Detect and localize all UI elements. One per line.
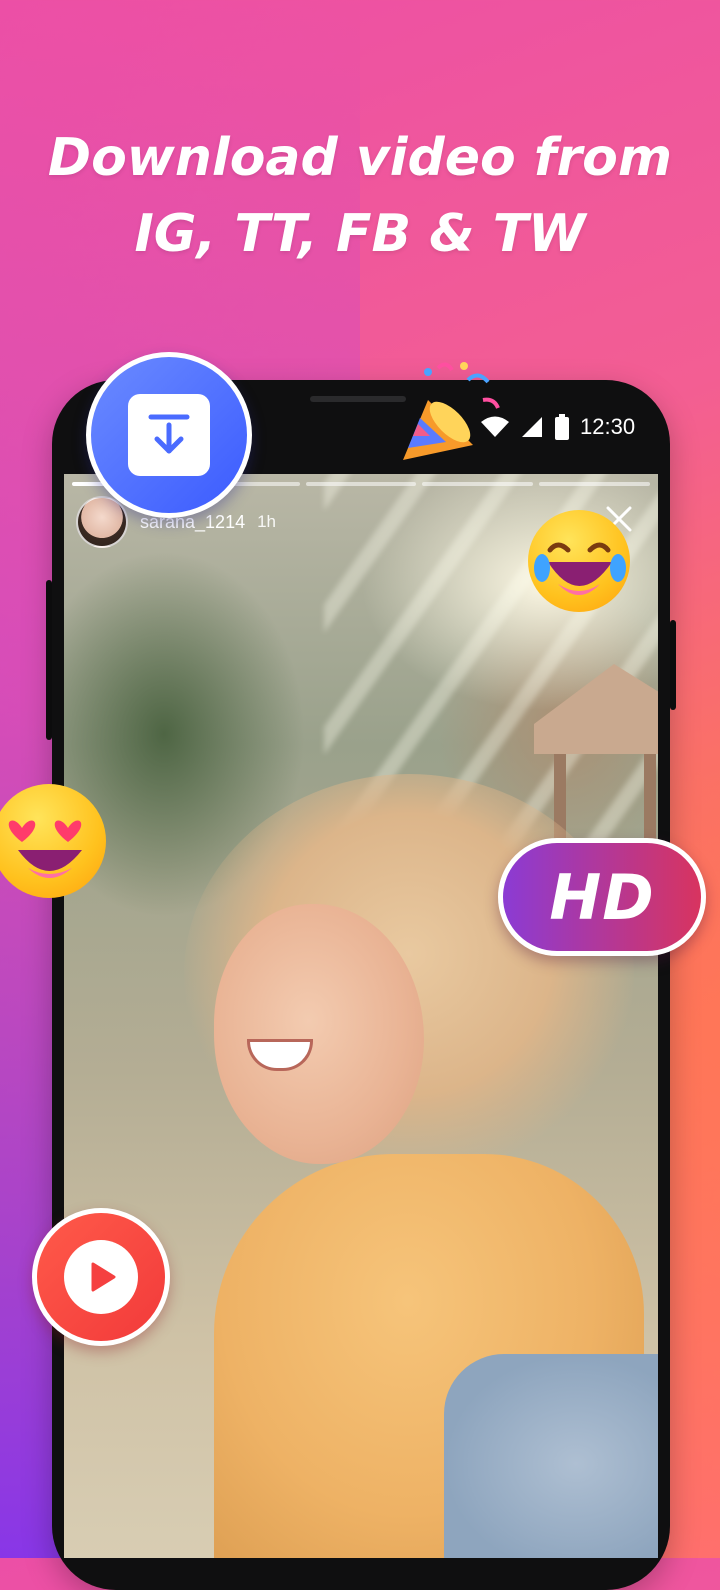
battery-icon [555, 414, 569, 440]
phone-power-button [670, 620, 676, 710]
heart-eyes-emoji-face [8, 820, 82, 878]
download-badge [86, 352, 252, 518]
signal-icon [522, 417, 542, 437]
story-progress-segment [422, 482, 534, 486]
headline-line-1: Download video from [47, 128, 673, 188]
story-viewer[interactable]: sarana_1214 1h [64, 474, 658, 1558]
play-badge [32, 1208, 170, 1346]
laughing-emoji-face [534, 542, 626, 595]
play-icon-circle [64, 1240, 138, 1314]
phone-speaker [310, 396, 406, 402]
status-time: 12:30 [580, 414, 636, 439]
laughing-emoji-icon [528, 510, 630, 612]
play-icon [91, 1262, 116, 1292]
story-progress-segment [305, 482, 417, 486]
download-icon-tile [128, 394, 210, 476]
download-icon [148, 414, 190, 454]
avatar[interactable] [76, 496, 128, 548]
story-progress-segment [539, 482, 650, 486]
hd-label: HD [549, 860, 655, 934]
photo-jacket [444, 1354, 658, 1558]
hd-badge: HD [498, 838, 706, 956]
heart-eyes-emoji-icon [0, 784, 106, 898]
party-popper-icon [403, 362, 500, 460]
story-age: 1h [257, 512, 277, 531]
headline-line-2: IG, TT, FB & TW [134, 204, 586, 264]
phone-volume-button [46, 580, 52, 740]
headline: Download video from IG, TT, FB & TW [0, 120, 720, 272]
